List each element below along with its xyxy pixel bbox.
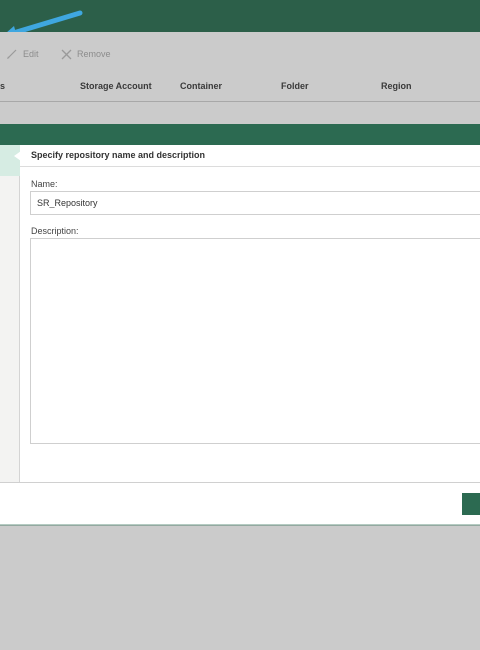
- edit-label: Edit: [23, 49, 39, 59]
- description-field[interactable]: [30, 238, 480, 444]
- active-step-pointer: [14, 151, 21, 161]
- edit-button[interactable]: Edit: [6, 46, 39, 62]
- dialog-title-bar: [0, 124, 480, 145]
- pencil-icon: [7, 49, 17, 59]
- wizard-step-sidebar: [0, 145, 20, 482]
- dialog-bottom-edge: [0, 524, 480, 526]
- column-header-truncated[interactable]: s: [0, 81, 5, 91]
- description-label: Description:: [31, 226, 79, 236]
- close-icon: [61, 49, 72, 59]
- footer-divider: [0, 482, 480, 483]
- next-button[interactable]: [462, 493, 480, 515]
- remove-label: Remove: [77, 49, 111, 59]
- column-header-folder[interactable]: Folder: [281, 81, 309, 91]
- step-title: Specify repository name and description: [31, 150, 206, 160]
- divider: [20, 166, 480, 167]
- column-header-storage-account[interactable]: Storage Account: [80, 81, 152, 91]
- remove-button[interactable]: Remove: [61, 46, 111, 62]
- column-header-container[interactable]: Container: [180, 81, 222, 91]
- name-field[interactable]: [30, 191, 480, 215]
- name-label: Name:: [31, 179, 58, 189]
- column-header-region[interactable]: Region: [381, 81, 412, 91]
